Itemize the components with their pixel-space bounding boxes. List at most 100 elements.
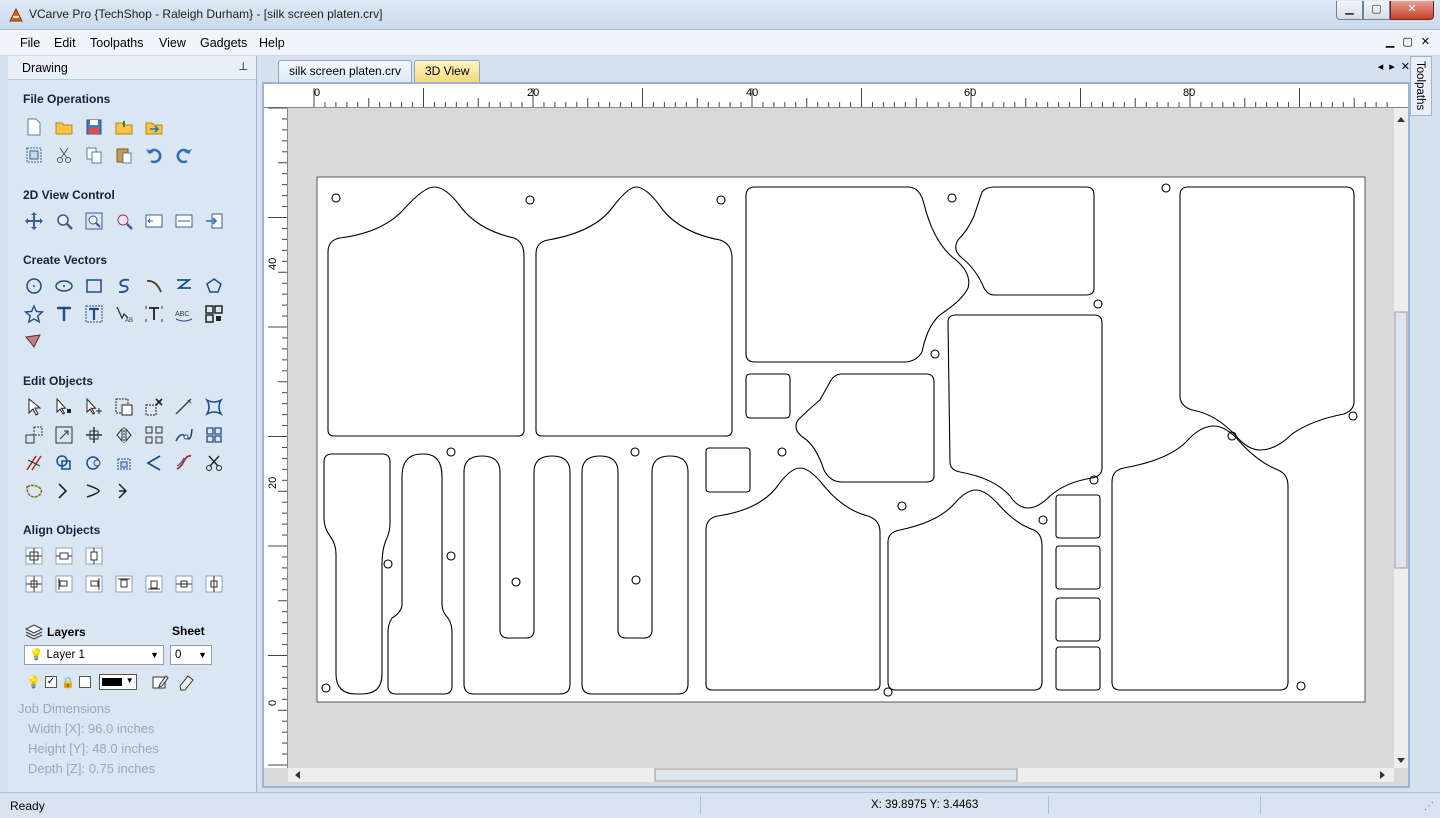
offset-icon[interactable] [173,452,195,474]
align-vertical-center-icon[interactable] [203,573,225,595]
layer-visible-checkbox[interactable]: ✓ [44,676,57,688]
smooth-icon[interactable] [23,480,45,502]
save-icon[interactable] [83,116,105,138]
vertical-scroll-thumb[interactable] [1394,311,1408,569]
create-corner-icon[interactable] [113,480,135,502]
draw-circle-icon[interactable] [23,275,45,297]
undo-icon[interactable] [143,144,165,166]
fillet-icon[interactable] [143,452,165,474]
select-icon[interactable] [23,396,45,418]
mirror-icon[interactable] [113,424,135,446]
rotate-icon[interactable] [83,424,105,446]
text-arc-icon[interactable]: ABC [173,303,195,325]
draw-curve-icon[interactable] [173,275,195,297]
close-button[interactable]: ✕ [1390,1,1434,20]
scissors-cut-icon[interactable] [203,452,225,474]
align-top-icon[interactable] [113,573,135,595]
subtract-icon[interactable] [83,452,105,474]
zoom-selected-icon[interactable] [113,210,135,232]
layer-visible-bulb-icon[interactable]: 💡 [26,675,41,689]
array-copy-icon[interactable] [143,424,165,446]
align-center-icon[interactable] [23,545,45,567]
open-folder-icon[interactable] [53,116,75,138]
text-on-curve-icon[interactable]: AB [113,303,135,325]
import-folder-icon[interactable] [113,116,135,138]
draw-vector-tool-icon[interactable] [23,330,45,352]
menu-edit[interactable]: Edit [54,36,76,50]
tab-silk-screen-platen[interactable]: silk screen platen.crv [278,60,413,82]
mdi-restore-button[interactable]: ▢ [1402,35,1412,48]
move-icon[interactable] [23,424,45,446]
draw-rectangle-icon[interactable] [83,275,105,297]
toolpaths-panel-tab[interactable]: Toolpaths [1410,56,1432,116]
minimize-button[interactable]: ▁ [1336,1,1363,20]
sheet-dropdown[interactable]: 0 ▼ [170,645,212,665]
align-horizontal-center-icon[interactable] [173,573,195,595]
mdi-minimize-button[interactable]: ▁ [1386,35,1394,48]
menu-toolpaths[interactable]: Toolpaths [90,36,144,50]
tab-close-icon[interactable]: ✕ [1401,60,1410,73]
align-bottom-icon[interactable] [143,573,165,595]
redo-icon[interactable] [173,144,195,166]
zoom-box-icon[interactable] [53,210,75,232]
pan-icon[interactable] [23,210,45,232]
layer-color-picker[interactable]: ▼ [98,674,137,690]
job-setup-icon[interactable] [23,144,45,166]
align-center-x-icon[interactable] [53,545,75,567]
draw-polyline-icon[interactable] [113,275,135,297]
drawing-view[interactable]: 0 20 40 60 80 40 20 0 [262,82,1410,788]
draw-arc-icon[interactable] [143,275,165,297]
trim-icon[interactable] [23,452,45,474]
align-objects-center-icon[interactable] [23,573,45,595]
tab-3d-view[interactable]: 3D View [414,60,481,82]
view-right-icon[interactable] [203,210,225,232]
set-size-icon[interactable] [203,396,225,418]
nest-parts-icon[interactable] [203,424,225,446]
scale-icon[interactable] [53,424,75,446]
node-edit-icon[interactable] [53,396,75,418]
intersect-icon[interactable] [113,452,135,474]
menu-help[interactable]: Help [259,36,285,50]
draw-ellipse-icon[interactable] [53,275,75,297]
view-center-icon[interactable] [173,210,195,232]
layer-dropdown[interactable]: 💡 Layer 1 ▼ [24,645,164,665]
layer-eraser-icon[interactable] [175,671,197,693]
interactive-select-icon[interactable] [83,396,105,418]
mdi-close-button[interactable]: ✕ [1421,35,1430,48]
delete-icon[interactable] [143,396,165,418]
paste-icon[interactable] [113,144,135,166]
horizontal-scroll-thumb[interactable] [654,768,1018,782]
pin-icon[interactable]: ⊥ [238,60,248,73]
draw-star-icon[interactable] [23,303,45,325]
align-left-icon[interactable] [53,573,75,595]
drawing-canvas[interactable]: 0 20 40 60 80 40 20 0 [264,84,1408,786]
layer-manager-icon[interactable] [149,671,171,693]
text-block-icon[interactable] [143,303,165,325]
copy-icon[interactable] [83,144,105,166]
zoom-all-icon[interactable] [83,210,105,232]
auto-layout-text-icon[interactable] [83,303,105,325]
resize-grip-icon[interactable]: ⋰ [1424,801,1434,812]
measure-icon[interactable] [173,396,195,418]
tab-next-icon[interactable]: ▸ [1389,60,1395,73]
export-folder-icon[interactable] [143,116,165,138]
join-vectors-icon[interactable] [173,424,195,446]
tab-prev-icon[interactable]: ◂ [1378,60,1384,73]
menu-file[interactable]: File [20,36,40,50]
qr-code-icon[interactable] [203,303,225,325]
transform-icon[interactable] [113,396,135,418]
menu-gadgets[interactable]: Gadgets [200,36,247,50]
align-center-y-icon[interactable] [83,545,105,567]
maximize-button[interactable]: ▢ [1363,1,1390,20]
menu-view[interactable]: View [159,36,186,50]
tangent-icon[interactable] [83,480,105,502]
align-right-icon[interactable] [83,573,105,595]
view-left-icon[interactable] [143,210,165,232]
new-file-icon[interactable] [23,116,45,138]
layer-lock-icon[interactable]: 🔒 [61,676,75,689]
weld-icon[interactable] [53,452,75,474]
cut-icon[interactable] [53,144,75,166]
draw-polygon-icon[interactable] [203,275,225,297]
draw-text-icon[interactable] [53,303,75,325]
layer-lock-checkbox[interactable] [78,676,91,688]
